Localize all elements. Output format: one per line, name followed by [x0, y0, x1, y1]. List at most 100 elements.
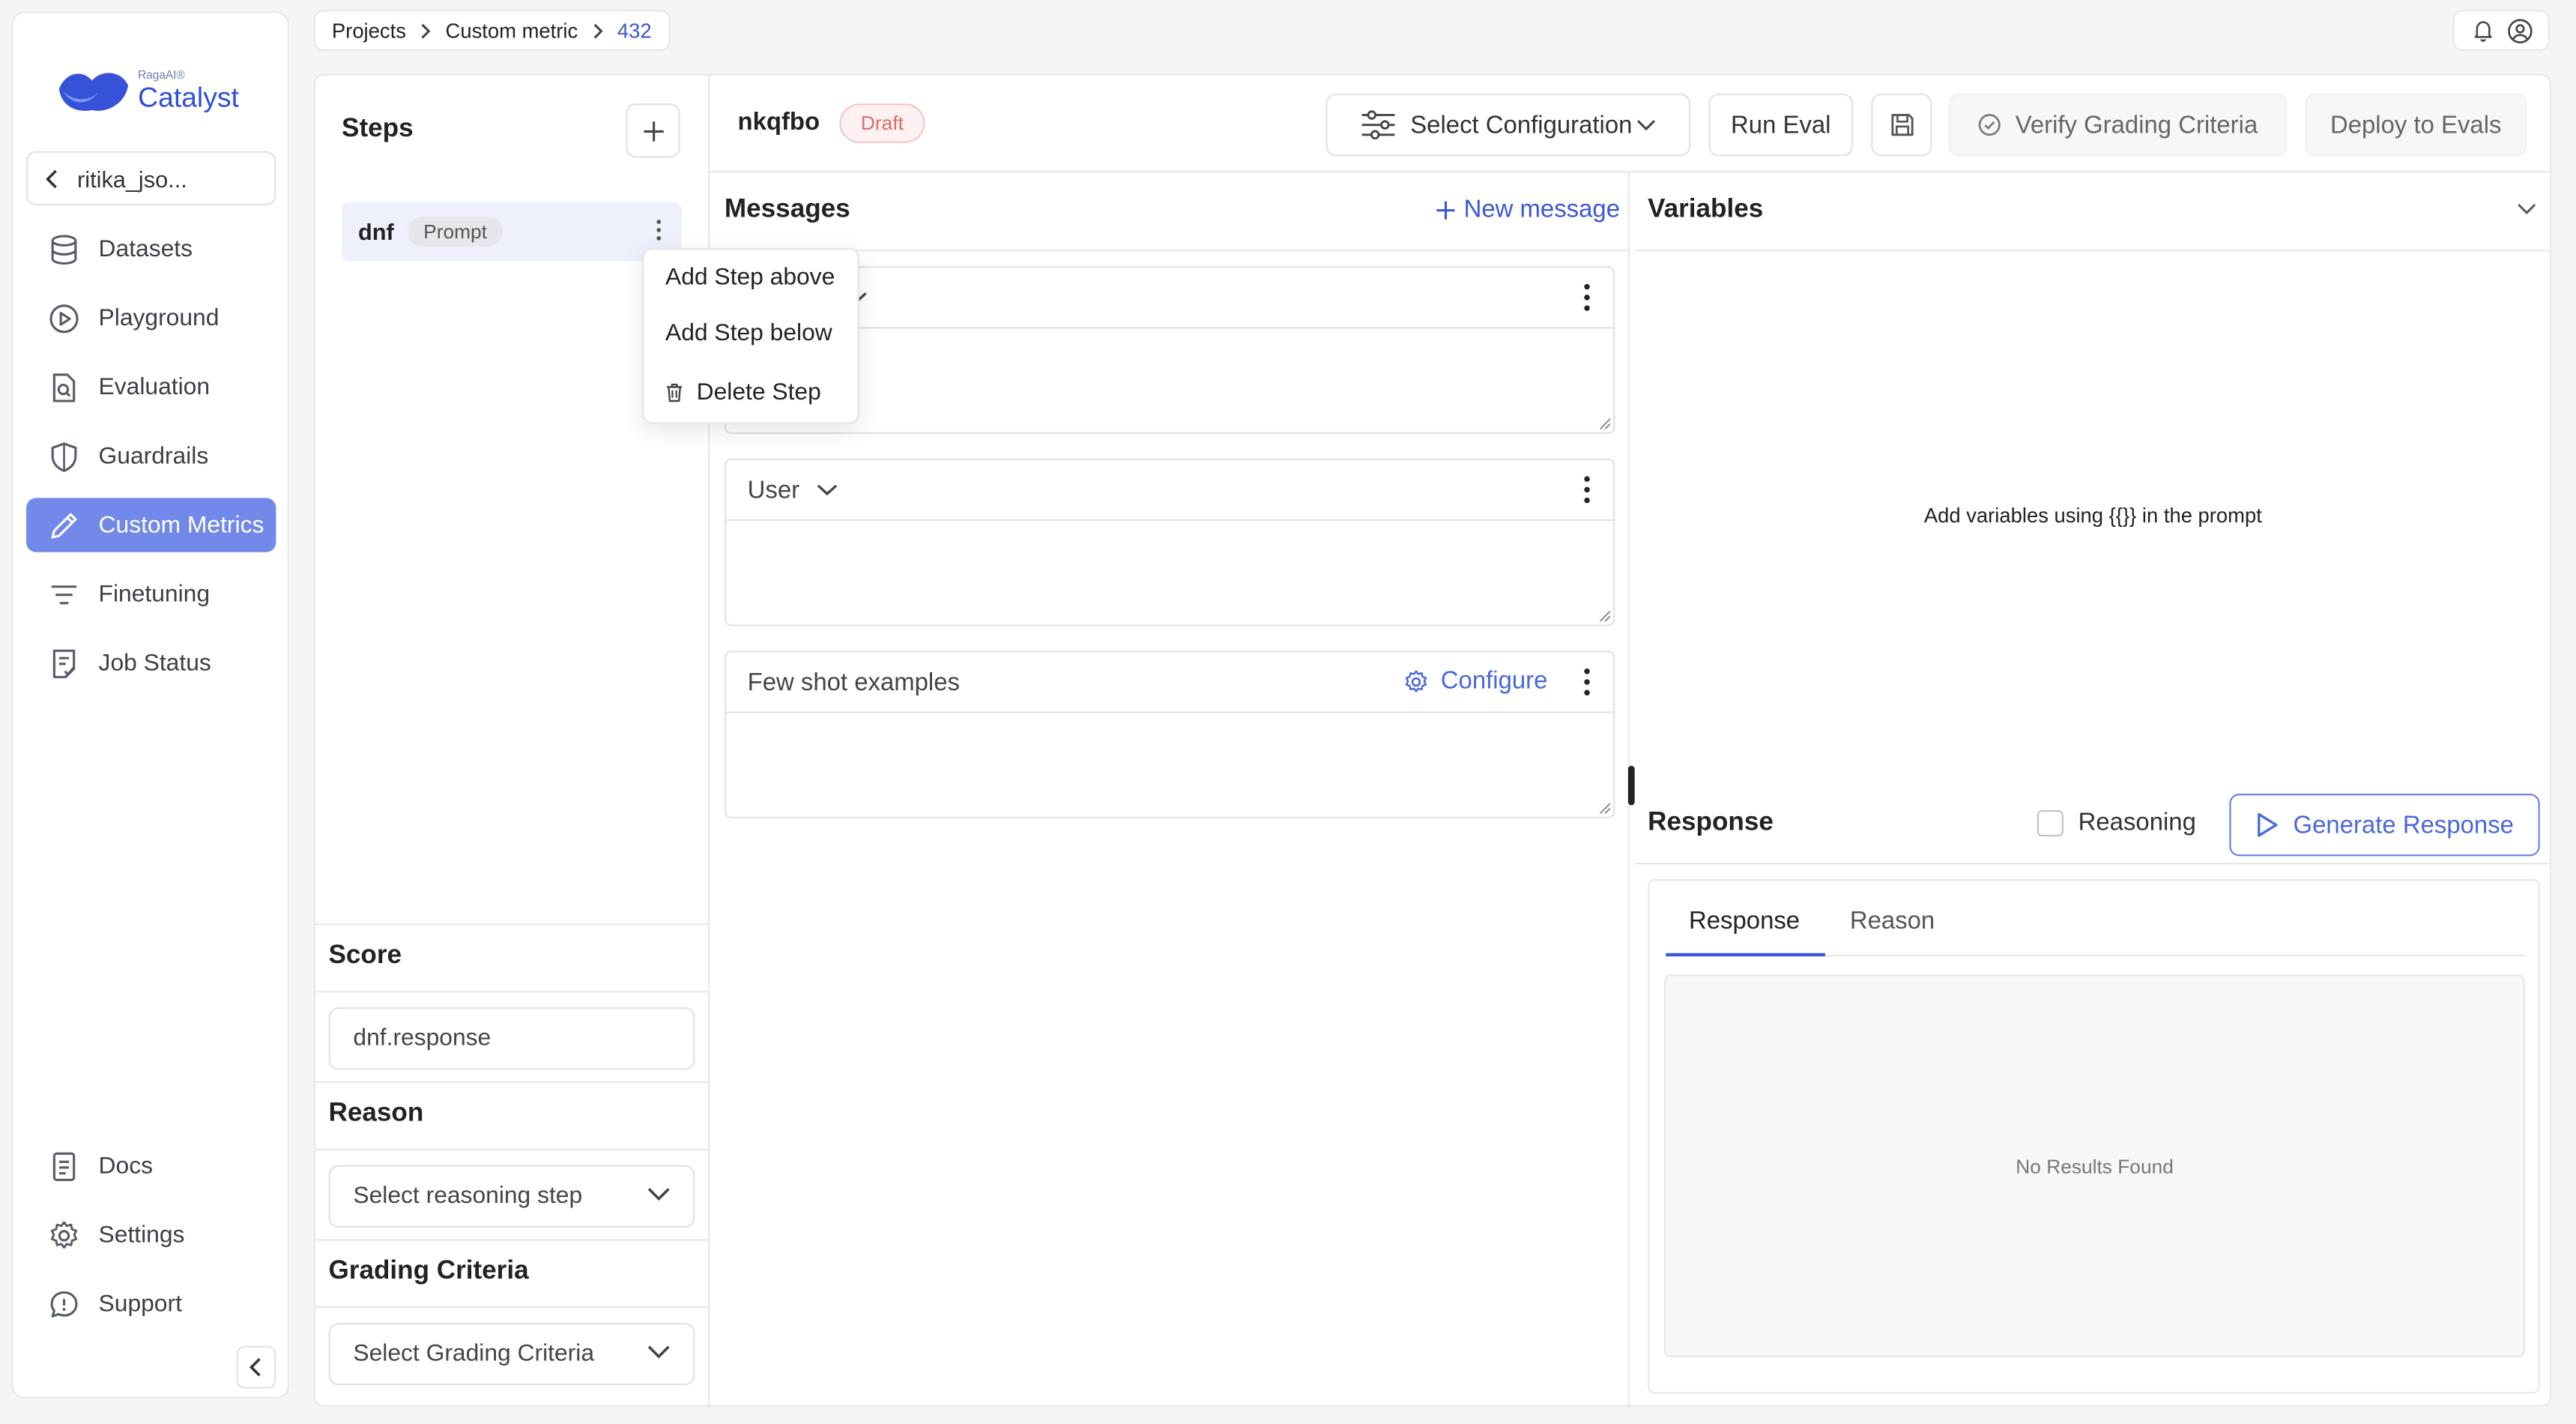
- score-field[interactable]: dnf.response: [328, 1007, 695, 1070]
- document-icon: [52, 1151, 76, 1180]
- nav-support[interactable]: Support: [26, 1277, 276, 1331]
- chevron-down-icon: [1636, 120, 1655, 131]
- divider: [315, 923, 709, 926]
- save-button[interactable]: [1871, 93, 1932, 157]
- step-name: dnf: [357, 218, 394, 245]
- deploy-to-evals-button[interactable]: Deploy to Evals: [2305, 93, 2527, 157]
- filter-lines-icon: [51, 585, 77, 604]
- plus-icon: [1436, 200, 1455, 219]
- nav-playground[interactable]: Playground: [26, 291, 276, 345]
- kebab-menu-icon[interactable]: [1584, 667, 1591, 696]
- message-textarea[interactable]: [726, 521, 1613, 624]
- chevron-down-icon[interactable]: [2517, 202, 2536, 216]
- kebab-menu-icon[interactable]: [1584, 283, 1591, 312]
- nav-label: Finetuning: [98, 581, 211, 608]
- tab-reason[interactable]: Reason: [1850, 907, 1935, 935]
- chevron-right-icon: [593, 22, 603, 38]
- divider: [1634, 250, 2552, 252]
- grading-title: Grading Criteria: [328, 1257, 529, 1285]
- role-select[interactable]: User: [748, 476, 799, 504]
- top-icons: [2452, 10, 2550, 51]
- generate-response-label: Generate Response: [2293, 811, 2514, 839]
- menu-delete-step[interactable]: Delete Step: [665, 379, 821, 406]
- nav-guardrails[interactable]: Guardrails: [26, 429, 276, 483]
- play-circle-icon: [49, 304, 79, 333]
- new-message-label: New message: [1463, 195, 1621, 224]
- verify-grading-criteria-button[interactable]: Verify Grading Criteria: [1948, 93, 2288, 157]
- catalyst-logo[interactable]: RagaAI® Catalyst: [56, 66, 239, 115]
- breadcrumb-projects[interactable]: Projects: [332, 19, 406, 42]
- generate-response-button[interactable]: Generate Response: [2229, 794, 2540, 857]
- divider: [315, 1306, 709, 1309]
- sidebar: RagaAI® Catalyst ritika_jso... Datasets …: [11, 11, 289, 1399]
- divider: [315, 1148, 709, 1150]
- resize-handle-icon[interactable]: [1598, 417, 1612, 431]
- steps-title: Steps: [342, 115, 414, 143]
- breadcrumb: Projects Custom metric 432: [313, 10, 670, 51]
- new-message-button[interactable]: New message: [1436, 196, 1620, 223]
- metric-name: nkqfbo: [737, 108, 820, 136]
- logo-mark-icon: [58, 73, 129, 111]
- add-step-button[interactable]: [626, 103, 680, 158]
- menu-add-step-below[interactable]: Add Step below: [665, 321, 832, 347]
- trash-icon: [667, 383, 682, 402]
- step-item[interactable]: dnf Prompt: [342, 202, 682, 262]
- reasoning-step-placeholder: Select reasoning step: [353, 1183, 583, 1210]
- breadcrumb-current: 432: [617, 19, 652, 42]
- chevron-right-icon: [421, 22, 431, 38]
- bell-icon[interactable]: [2470, 18, 2495, 43]
- messages-title: Messages: [724, 195, 850, 224]
- resize-handle-icon[interactable]: [1598, 802, 1612, 815]
- variables-title: Variables: [1648, 195, 1764, 224]
- panel-resize-handle[interactable]: [1627, 765, 1635, 806]
- active-tab-indicator: [1666, 953, 1825, 957]
- chevron-down-icon: [647, 1188, 670, 1201]
- divider: [315, 991, 709, 993]
- run-eval-button[interactable]: Run Eval: [1708, 93, 1854, 157]
- chat-bubble-icon: [50, 1290, 78, 1317]
- select-configuration-button[interactable]: Select Configuration: [1325, 93, 1691, 157]
- grading-criteria-select[interactable]: Select Grading Criteria: [328, 1323, 695, 1386]
- response-panel: Response Reason No Results Found: [1648, 879, 2540, 1394]
- tab-response[interactable]: Response: [1689, 907, 1800, 935]
- nav-datasets[interactable]: Datasets: [26, 222, 276, 276]
- message-textarea[interactable]: [726, 713, 1613, 817]
- plus-icon: [643, 121, 663, 141]
- database-icon: [51, 234, 77, 264]
- grading-criteria-placeholder: Select Grading Criteria: [353, 1341, 595, 1368]
- project-selector[interactable]: ritika_jso...: [26, 151, 276, 206]
- sliders-icon: [1362, 110, 1396, 140]
- breadcrumb-custom-metric[interactable]: Custom metric: [446, 19, 578, 42]
- user-avatar-icon[interactable]: [2506, 17, 2533, 43]
- response-title: Response: [1648, 808, 1774, 837]
- kebab-menu-icon[interactable]: [1584, 475, 1591, 504]
- gear-icon: [1405, 669, 1427, 692]
- logo-small-text: RagaAI®: [138, 70, 185, 82]
- kebab-menu-icon[interactable]: [656, 219, 662, 242]
- resize-handle-icon[interactable]: [1598, 609, 1612, 623]
- chevron-down-icon[interactable]: [816, 483, 838, 497]
- shield-icon: [51, 441, 77, 471]
- nav-docs[interactable]: Docs: [26, 1138, 276, 1192]
- divider: [315, 1239, 709, 1241]
- nav-finetuning[interactable]: Finetuning: [26, 567, 276, 621]
- message-header: Few shot examples Configure: [726, 652, 1614, 713]
- reasoning-step-select[interactable]: Select reasoning step: [328, 1165, 695, 1228]
- reasoning-checkbox[interactable]: [2037, 809, 2063, 836]
- checklist-icon: [52, 648, 76, 678]
- nav-label: Settings: [98, 1222, 185, 1249]
- message-card-user: User: [724, 458, 1615, 627]
- step-context-menu: Add Step above Add Step below Delete Ste…: [642, 248, 859, 424]
- nav-evaluation[interactable]: Evaluation: [26, 360, 276, 414]
- nav-job-status[interactable]: Job Status: [26, 636, 276, 690]
- divider: [1634, 863, 2552, 865]
- step-type-badge: Prompt: [407, 217, 504, 247]
- nav-settings[interactable]: Settings: [26, 1208, 276, 1262]
- collapse-sidebar-button[interactable]: [236, 1345, 276, 1389]
- reasoning-label: Reasoning: [2078, 808, 2196, 837]
- configure-button[interactable]: Configure: [1403, 667, 1547, 695]
- menu-add-step-above[interactable]: Add Step above: [665, 265, 835, 291]
- results-area: No Results Found: [1664, 974, 2526, 1358]
- nav-custom-metrics[interactable]: Custom Metrics: [26, 498, 276, 552]
- reasoning-toggle[interactable]: Reasoning: [2037, 809, 2196, 836]
